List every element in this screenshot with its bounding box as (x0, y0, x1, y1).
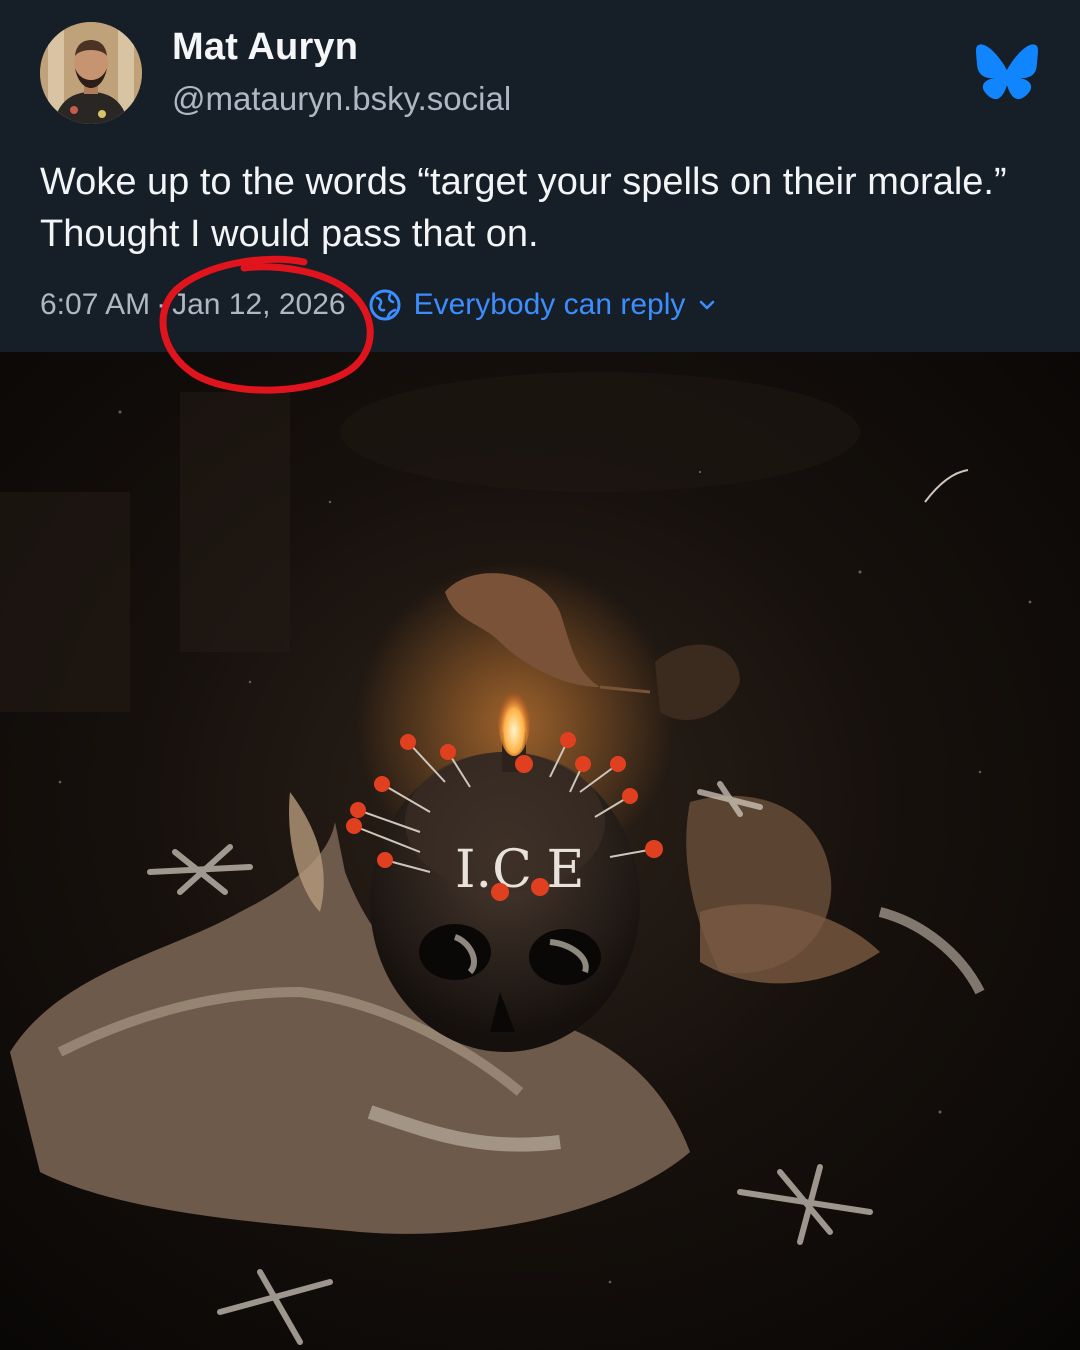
author-handle[interactable]: @matauryn.bsky.social (172, 80, 511, 118)
post-header: Mat Auryn @matauryn.bsky.social Woke up … (0, 0, 1080, 352)
author-avatar[interactable] (40, 22, 142, 124)
globe-icon (369, 289, 401, 321)
reply-settings-button[interactable]: Everybody can reply (368, 288, 718, 322)
person-avatar-icon (40, 22, 142, 124)
meta-separator: · (156, 288, 167, 321)
post-text: Woke up to the words “target your spells… (40, 161, 1007, 255)
post-meta: 6:07 AM · Jan 12, 2026 Everybody can rep… (40, 285, 717, 325)
chevron-down-icon (700, 300, 715, 310)
bluesky-butterfly-icon[interactable] (976, 44, 1038, 100)
skull-candle-photo: I.C.E (0, 352, 1080, 1350)
post-date[interactable]: Jan 12, 2026 (172, 288, 345, 322)
skull-label: I.C.E (455, 840, 585, 900)
post-image[interactable]: I.C.E (0, 352, 1080, 1350)
post-time[interactable]: 6:07 AM (40, 288, 150, 322)
author-display-name[interactable]: Mat Auryn (172, 26, 358, 69)
reply-settings-label: Everybody can reply (413, 288, 686, 321)
